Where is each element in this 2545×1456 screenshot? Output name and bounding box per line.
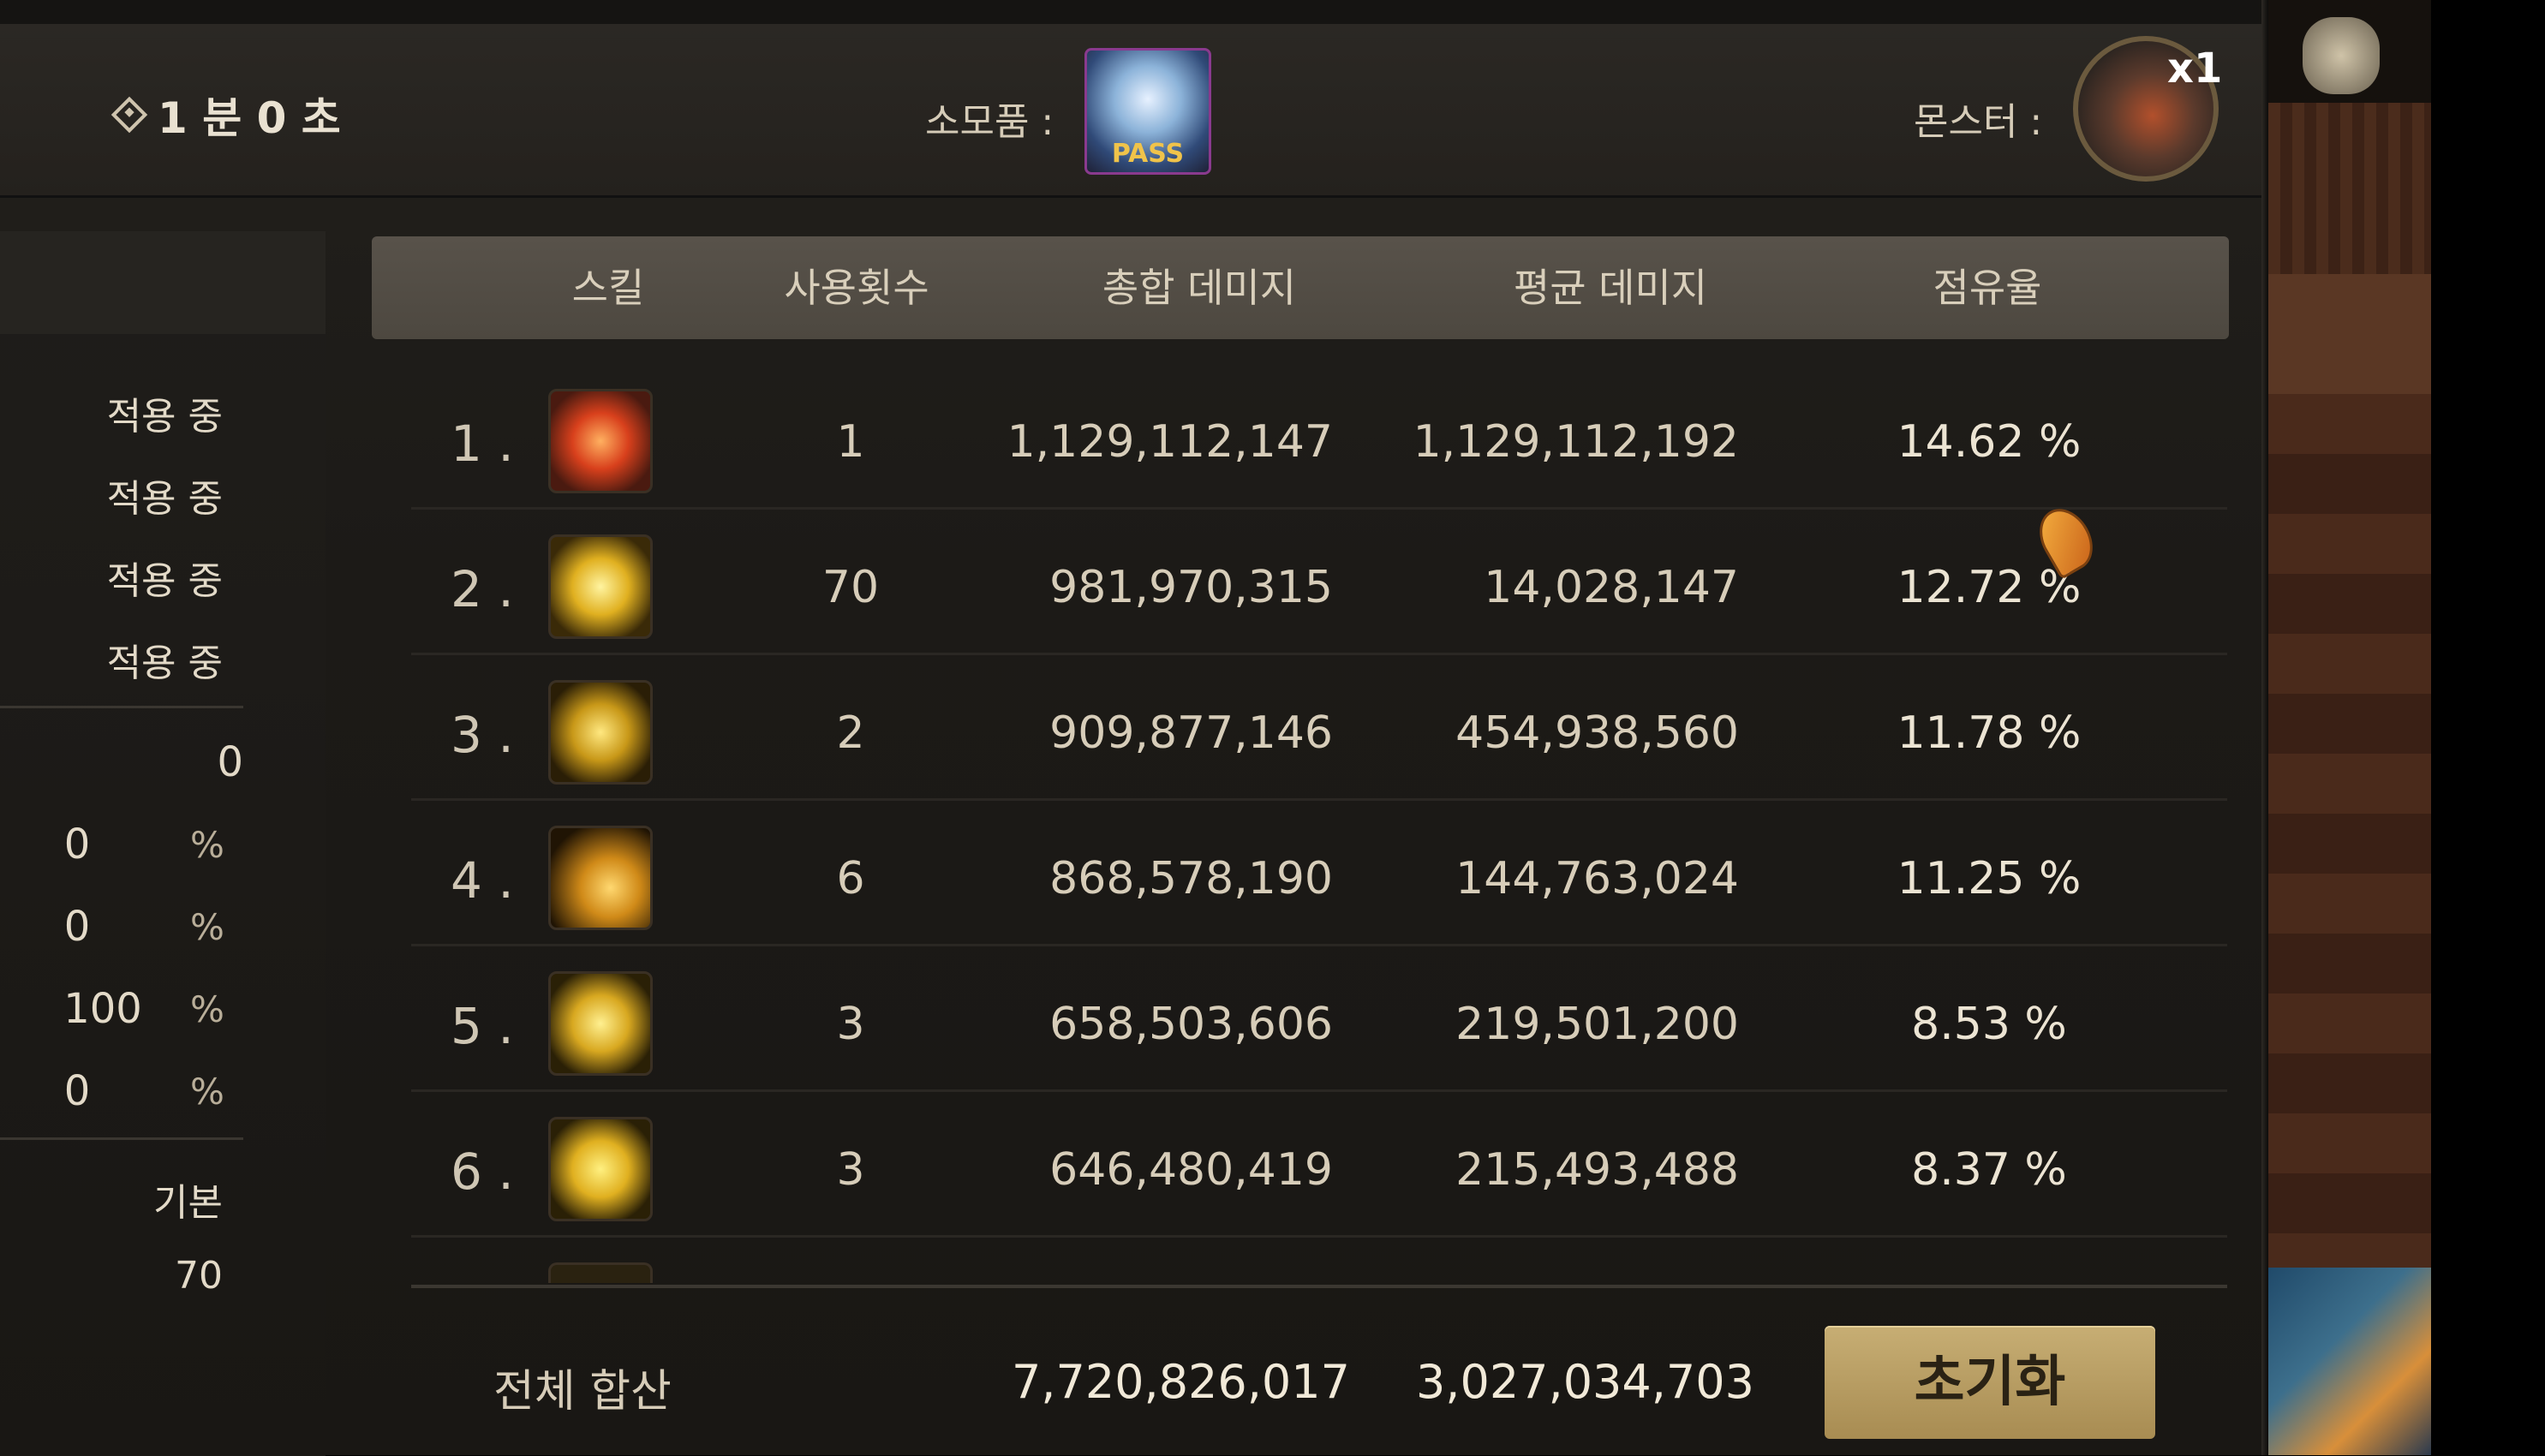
row-uses: 2 bbox=[836, 707, 865, 759]
row-divider bbox=[411, 1089, 2227, 1092]
skill-icon-partial bbox=[548, 1262, 653, 1283]
row-divider bbox=[411, 798, 2227, 801]
status-item: 적용 중 bbox=[106, 395, 223, 439]
row-avg-damage: 1,129,112,192 bbox=[1413, 416, 1739, 468]
tiger-painting-icon bbox=[2268, 1268, 2431, 1455]
pct-unit: % bbox=[190, 988, 224, 1030]
row-uses: 3 bbox=[836, 999, 865, 1050]
pass-icon-text: PASS bbox=[1111, 139, 1185, 169]
skill-golden-vortex-icon[interactable] bbox=[548, 1117, 653, 1221]
skill-gold-slash-icon[interactable] bbox=[548, 534, 653, 639]
row-total-damage: 981,970,315 bbox=[1049, 562, 1333, 613]
row-total-damage: 868,578,190 bbox=[1049, 853, 1333, 904]
pct-unit: % bbox=[190, 1071, 224, 1113]
row-share: 11.25 % bbox=[1897, 853, 2082, 904]
side-panel-header bbox=[0, 231, 326, 334]
row-uses: 1 bbox=[836, 416, 865, 468]
side-count: 70 bbox=[175, 1254, 223, 1298]
header-uses: 사용횟수 bbox=[784, 265, 929, 311]
pct-value: 0 bbox=[63, 1067, 91, 1115]
mode-label: 기본 bbox=[153, 1181, 223, 1225]
row-rank: 2 . bbox=[451, 560, 514, 618]
row-share: 11.78 % bbox=[1897, 707, 2082, 759]
game-background bbox=[2268, 0, 2431, 1455]
side-value-zero: 0 bbox=[217, 738, 243, 786]
row-total-damage: 646,480,419 bbox=[1049, 1144, 1333, 1196]
skill-spiral-icon[interactable] bbox=[548, 971, 653, 1076]
cat-statue-icon bbox=[2303, 17, 2380, 94]
status-item: 적용 중 bbox=[106, 477, 223, 521]
monster-label: 몬스터 : bbox=[1914, 100, 2043, 144]
pct-unit: % bbox=[190, 824, 224, 866]
consumable-label: 소모품 : bbox=[925, 100, 1054, 144]
row-total-damage: 1,129,112,147 bbox=[1007, 416, 1333, 468]
pct-unit: % bbox=[190, 906, 224, 948]
header-share: 점유율 bbox=[1933, 265, 2042, 311]
row-uses: 6 bbox=[836, 853, 865, 904]
row-share: 14.62 % bbox=[1897, 416, 2082, 468]
letterbox-right bbox=[2431, 0, 2545, 1455]
side-divider bbox=[0, 706, 243, 708]
avg-damage-sum: 3,027,034,703 bbox=[1415, 1355, 1754, 1409]
header-skill: 스킬 bbox=[571, 265, 645, 311]
skill-whirlwind-icon[interactable] bbox=[548, 680, 653, 785]
row-total-damage: 658,503,606 bbox=[1049, 999, 1333, 1050]
row-avg-damage: 14,028,147 bbox=[1484, 562, 1739, 613]
pass-consumable-icon[interactable]: PASS bbox=[1084, 48, 1211, 175]
footer-divider bbox=[411, 1285, 2227, 1288]
row-avg-damage: 219,501,200 bbox=[1455, 999, 1739, 1050]
elapsed-time-text: 1 분 0 초 bbox=[158, 93, 341, 143]
row-divider bbox=[411, 1235, 2227, 1238]
reset-button[interactable]: 초기화 bbox=[1825, 1326, 2155, 1439]
row-total-damage: 909,877,146 bbox=[1049, 707, 1333, 759]
window-edge bbox=[2261, 0, 2268, 1455]
status-item: 적용 중 bbox=[106, 641, 223, 685]
row-rank: 1 . bbox=[451, 415, 514, 473]
wood-panel bbox=[2268, 394, 2431, 1268]
skill-fire-slash-icon[interactable] bbox=[548, 389, 653, 493]
row-rank: 3 . bbox=[451, 706, 514, 764]
side-divider bbox=[0, 1137, 243, 1140]
row-uses: 3 bbox=[836, 1144, 865, 1196]
elapsed-time: 1 분 0 초 bbox=[111, 84, 341, 146]
header-total-damage: 총합 데미지 bbox=[1102, 265, 1297, 311]
total-damage-sum: 7,720,826,017 bbox=[1011, 1355, 1350, 1409]
wood-panel bbox=[2268, 274, 2431, 394]
pct-value: 0 bbox=[63, 903, 91, 951]
row-avg-damage: 454,938,560 bbox=[1455, 707, 1739, 759]
pct-value: 0 bbox=[63, 820, 91, 868]
row-share: 8.37 % bbox=[1911, 1144, 2067, 1196]
row-share: 8.53 % bbox=[1911, 999, 2067, 1050]
pct-value: 100 bbox=[63, 985, 142, 1033]
monster-count: x1 bbox=[2167, 45, 2223, 92]
skill-flame-wave-icon[interactable] bbox=[548, 826, 653, 930]
row-rank: 4 . bbox=[451, 851, 514, 910]
total-label: 전체 합산 bbox=[493, 1366, 672, 1417]
header-avg-damage: 평균 데미지 bbox=[1513, 265, 1708, 311]
window-top-strip bbox=[0, 0, 2268, 24]
row-divider bbox=[411, 653, 2227, 655]
row-uses: 70 bbox=[821, 562, 880, 613]
status-item: 적용 중 bbox=[106, 559, 223, 603]
row-avg-damage: 144,763,024 bbox=[1455, 853, 1739, 904]
wood-panel bbox=[2268, 103, 2431, 274]
row-divider bbox=[411, 507, 2227, 510]
diamond-icon bbox=[111, 96, 148, 134]
row-rank: 5 . bbox=[451, 997, 514, 1055]
row-rank: 6 . bbox=[451, 1143, 514, 1201]
row-divider bbox=[411, 944, 2227, 946]
row-avg-damage: 215,493,488 bbox=[1455, 1144, 1739, 1196]
